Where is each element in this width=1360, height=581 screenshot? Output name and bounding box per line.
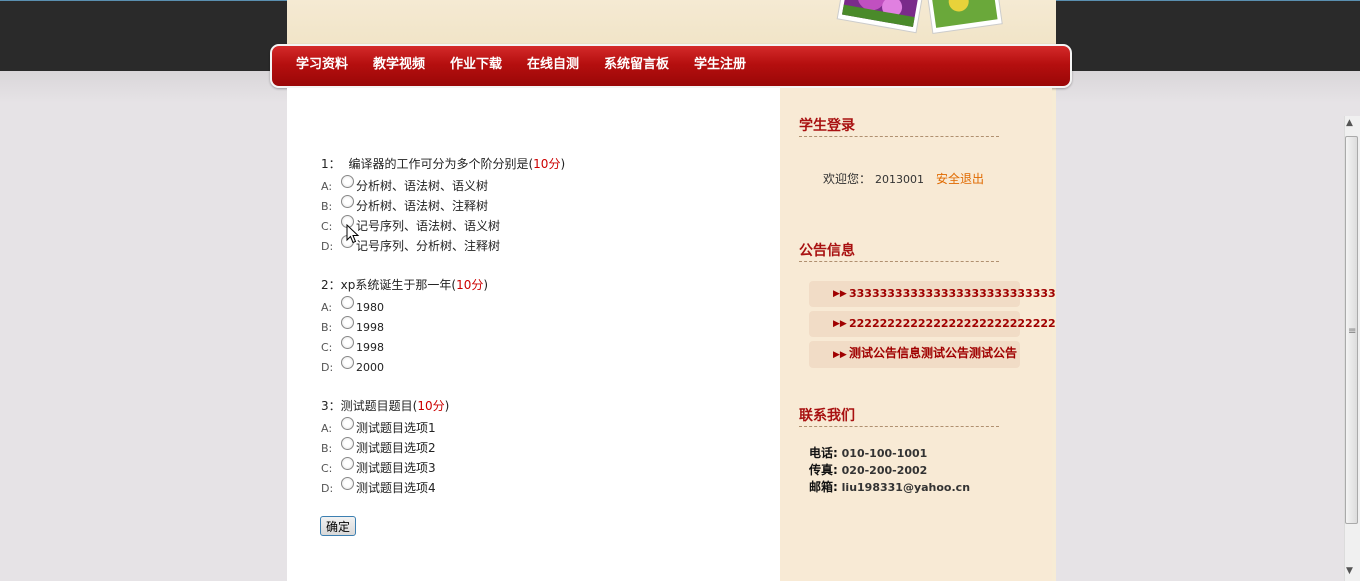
option-row: D: 测试题目选项4 [321,477,436,496]
option-letter: D: [321,240,334,253]
welcome-text: 欢迎您： 2013001 [823,170,924,187]
question-title: 1： 编译器的工作可分为多个阶分别是(10分) [321,157,566,171]
question-number: 3： [321,399,341,413]
question-score: 10分 [417,399,445,413]
option-text: 1998 [356,341,384,354]
notice-text: 222222222222222222222222222 [849,317,1056,330]
question-score: 10分 [533,157,561,171]
double-arrow-icon: ▶▶ [833,289,847,299]
question-text: 编译器的工作可分为多个阶分别是 [348,157,529,171]
mouse-cursor-icon [346,224,360,244]
contact-fax: 传真: 020-200-2002 [809,461,927,478]
option-text: 记号序列、分析树、注释树 [356,239,501,253]
contact-phone: 电话: 010-100-1001 [809,444,927,461]
option-text: 2000 [356,361,384,374]
option-text: 分析树、语法树、语义树 [356,179,489,193]
option-text: 1980 [356,301,384,314]
nav-item-teaching-videos[interactable]: 教学视频 [373,45,425,85]
option-radio[interactable] [341,477,354,490]
option-letter: B: [321,200,333,213]
submit-button[interactable]: 确定 [320,516,356,536]
option-letter: C: [321,341,333,354]
option-radio[interactable] [341,316,354,329]
contact-section-title: 联系我们 [799,405,999,427]
notice-item[interactable]: ▶▶ 测试公告信息测试公告测试公告 [809,341,1020,368]
email-label: 邮箱: [809,480,838,494]
option-letter: C: [321,220,333,233]
option-radio[interactable] [341,356,354,369]
option-row: C: 测试题目选项3 [321,457,436,476]
welcome-label: 欢迎您： [823,172,872,186]
email-value: liu198331@yahoo.cn [841,481,971,494]
option-row: C: 1998 [321,336,384,355]
question-number: 2： [321,278,341,292]
double-arrow-icon: ▶▶ [833,319,847,329]
question-number: 1： [321,157,341,171]
option-letter: A: [321,180,333,193]
option-letter: D: [321,361,334,374]
notice-text: 333333333333333333333333333 [849,287,1056,300]
option-letter: B: [321,442,333,455]
phone-label: 电话: [809,446,838,460]
question-text: 测试题目题目 [340,399,413,413]
fax-label: 传真: [809,463,838,477]
flower-photo-image [836,0,1003,34]
scroll-down-arrow-icon[interactable]: ▼ [1346,566,1353,576]
double-arrow-icon: ▶▶ [833,350,847,360]
logout-link[interactable]: 安全退出 [936,170,984,187]
option-text: 1998 [356,321,384,334]
option-letter: B: [321,321,333,334]
question-title: 3：测试题目题目(10分) [321,399,450,413]
option-radio[interactable] [341,296,354,309]
fax-value: 020-200-2002 [841,464,928,477]
scroll-up-arrow-icon[interactable]: ▲ [1346,118,1353,128]
phone-value: 010-100-1001 [841,447,928,460]
option-text: 测试题目选项1 [356,421,436,435]
notice-item[interactable]: ▶▶ 333333333333333333333333333 [809,281,1056,307]
question-title: 2：xp系统诞生于那一年(10分) [321,278,489,292]
question-score: 10分 [456,278,484,292]
option-radio[interactable] [341,437,354,450]
option-row: A: 测试题目选项1 [321,417,436,436]
option-radio[interactable] [341,195,354,208]
option-letter: A: [321,301,333,314]
option-text: 测试题目选项4 [356,481,436,495]
login-section-title: 学生登录 [799,115,999,137]
option-radio[interactable] [341,457,354,470]
option-text: 分析树、语法树、注释树 [356,199,489,213]
nav-item-online-test[interactable]: 在线自测 [527,45,579,85]
notice-section-title: 公告信息 [799,240,999,262]
option-letter: C: [321,462,333,475]
option-radio[interactable] [341,417,354,430]
nav-item-study-materials[interactable]: 学习资料 [296,45,348,85]
notice-text: 测试公告信息测试公告测试公告 [849,346,1018,360]
option-letter: A: [321,422,333,435]
nav-item-message-board[interactable]: 系统留言板 [604,45,669,85]
nav-item-homework-download[interactable]: 作业下载 [450,45,502,85]
option-text: 测试题目选项2 [356,441,436,455]
user-id: 2013001 [875,173,925,186]
nav-item-student-register[interactable]: 学生注册 [694,45,746,85]
scrollbar-grip-icon: ≡ [1348,326,1357,337]
option-letter: D: [321,482,334,495]
notice-item[interactable]: ▶▶ 222222222222222222222222222 [809,311,1056,337]
contact-email: 邮箱: liu198331@yahoo.cn [809,478,970,495]
question-text: xp系统诞生于那一年 [340,278,452,292]
option-row: B: 1998 [321,316,384,335]
option-text: 记号序列、语法树、语义树 [356,219,501,233]
option-radio[interactable] [341,175,354,188]
option-radio[interactable] [341,336,354,349]
option-row: D: 2000 [321,356,384,375]
option-row: B: 测试题目选项2 [321,437,436,456]
option-row: A: 分析树、语法树、语义树 [321,175,489,194]
option-text: 测试题目选项3 [356,461,436,475]
option-row: B: 分析树、语法树、注释树 [321,195,489,214]
option-row: A: 1980 [321,296,384,315]
